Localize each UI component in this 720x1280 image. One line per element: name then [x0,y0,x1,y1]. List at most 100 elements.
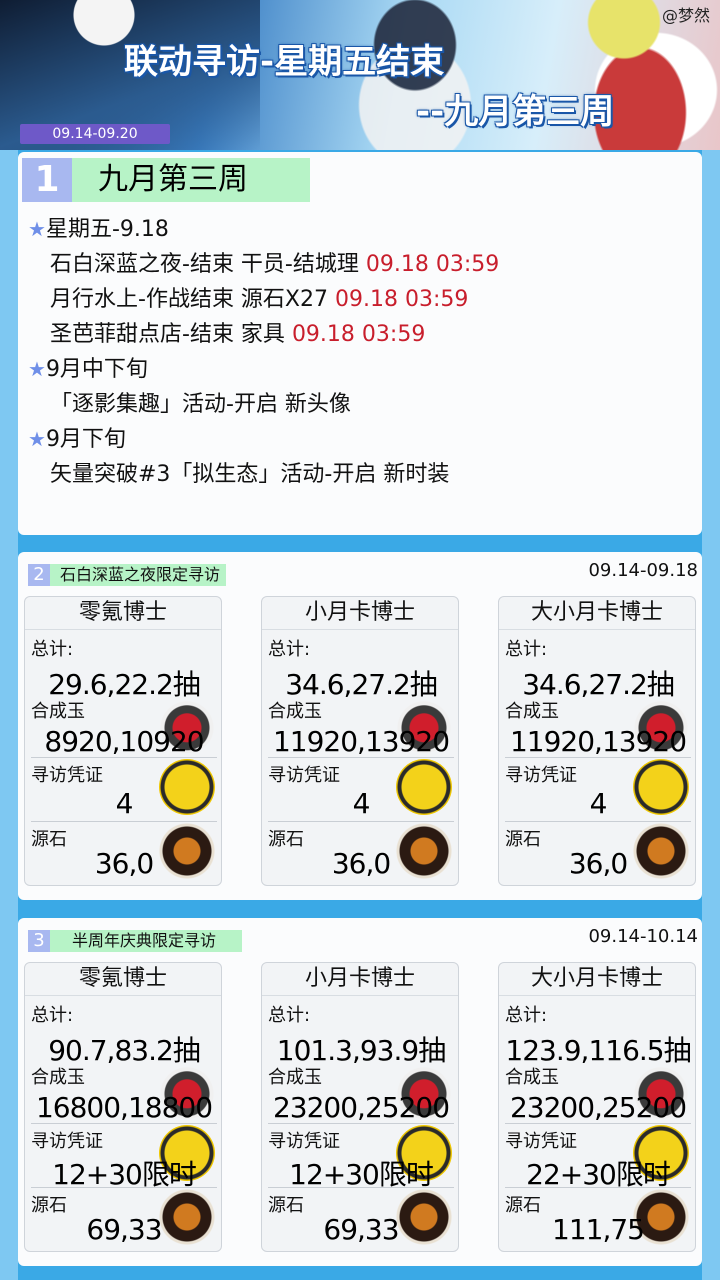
prime-value: 36,0 [331,847,391,880]
banner-title-line2: --九月第三周 [416,92,615,132]
orundum-label: 合成玉 [31,1067,85,1088]
left-border [0,0,18,1280]
schedule-list: ★星期五-9.18 石白深蓝之夜-结束 干员-结城理 09.18 03:59 月行水… [28,212,499,492]
schedule-item: 矢量突破#3「拟生态」活动-开启 新时装 [28,457,499,492]
total-label: 总计: [268,639,311,660]
section-title: 半周年庆典限定寻访 [50,930,243,952]
total-label: 总计: [31,639,74,660]
card-title: 小月卡博士 [262,597,458,630]
card-title: 大小月卡博士 [499,963,695,996]
prime-value: 69,33 [323,1213,399,1246]
star-icon: ★ [28,357,46,381]
budget-card: 零氪博士 总计: 29.6,22.2抽 合成玉 8920,10920 寻访凭证 4 源石 36,… [24,596,222,886]
schedule-panel: 1 九月第三周 ★星期五-9.18 石白深蓝之夜-结束 干员-结城理 09.18 … [18,152,702,535]
budget-card: 小月卡博士 总计: 34.6,27.2抽 合成玉 11920,13920 寻访凭证 4 源石 3… [261,596,459,886]
divider [268,1187,454,1188]
card-title: 小月卡博士 [262,963,458,996]
schedule-item: 「逐影集趣」活动-开启 新头像 [28,387,499,422]
orundum-label: 合成玉 [268,1067,322,1088]
orundum-label: 合成玉 [268,701,322,722]
divider [505,1123,691,1124]
orundum-value: 8920,10920 [44,725,204,758]
item-text: 矢量突破#3「拟生态」活动-开启 新时装 [50,462,450,487]
end-time: 09.18 03:59 [365,252,500,277]
section-number: 2 [28,564,50,586]
divider [505,757,691,758]
schedule-group: ★9月中下旬 [28,352,499,387]
divider [505,1187,691,1188]
week-date-tab: 09.14-09.20 [20,124,170,144]
schedule-item: 月行水上-作战结束 源石X27 09.18 03:59 [28,282,499,317]
section-date: 09.14-09.18 [588,560,698,581]
group-label: 星期五-9.18 [45,217,169,242]
permit-value: 4 [352,787,371,820]
permit-label: 寻访凭证 [505,1131,577,1152]
budget-card: 小月卡博士 总计: 101.3,93.9抽 合成玉 23200,25200 寻访凭证 12+… [261,962,459,1252]
divider [31,1187,217,1188]
group-label: 9月下旬 [45,427,126,452]
item-text: 月行水上-作战结束 源石X27 [50,287,335,312]
total-label: 总计: [268,1005,311,1026]
section-header: 3 半周年庆典限定寻访 [28,930,243,952]
schedule-item: 石白深蓝之夜-结束 干员-结城理 09.18 03:59 [28,247,499,282]
orundum-value: 11920,13920 [272,725,450,758]
permit-label: 寻访凭证 [268,1131,340,1152]
permit-label: 寻访凭证 [268,765,340,786]
prime-value: 36,0 [94,847,154,880]
orundum-value: 16800,18800 [35,1091,213,1124]
budget-card: 大小月卡博士 总计: 34.6,27.2抽 合成玉 11920,13920 寻访凭证 4 源石… [498,596,696,886]
permit-label: 寻访凭证 [505,765,577,786]
divider [31,1123,217,1124]
schedule-item: 圣芭菲甜点店-结束 家具 09.18 03:59 [28,317,499,352]
end-time: 09.18 03:59 [335,287,469,312]
item-text: 「逐影集趣」活动-开启 新头像 [50,392,351,417]
divider [31,757,217,758]
divider [268,821,454,822]
item-text: 石白深蓝之夜-结束 干员-结城理 [50,252,366,277]
right-border [702,0,720,1280]
total-label: 总计: [31,1005,74,1026]
prime-value: 36,0 [568,847,628,880]
section-number: 3 [28,930,50,952]
permit-value: 4 [589,787,608,820]
item-text: 圣芭菲甜点店-结束 家具 [50,322,292,347]
divider [31,821,217,822]
budget-card: 大小月卡博士 总计: 123.9,116.5抽 合成玉 23200,25200 寻访凭证 2… [498,962,696,1252]
orundum-label: 合成玉 [505,701,559,722]
section-number: 1 [22,158,72,202]
end-time: 09.18 03:59 [291,322,426,347]
star-icon: ★ [28,217,46,241]
permit-label: 寻访凭证 [31,765,103,786]
schedule-group: ★9月下旬 [28,422,499,457]
orundum-value: 23200,25200 [509,1091,687,1124]
orundum-value: 11920,13920 [509,725,687,758]
card-title: 零氪博士 [25,597,221,630]
divider [268,757,454,758]
section-header: 2 石白深蓝之夜限定寻访 [28,564,227,586]
author-handle: @梦然 [661,6,710,25]
divider [268,1123,454,1124]
banner-panel-2: 2 石白深蓝之夜限定寻访 09.14-09.18 零氪博士 总计: 29.6,22.… [18,552,702,900]
star-icon: ★ [28,427,46,451]
banner-title-line1: 联动寻访-星期五结束 [124,42,445,82]
banner-panel-3: 3 半周年庆典限定寻访 09.14-10.14 零氪博士 总计: 90.7,83.2… [18,918,702,1266]
total-label: 总计: [505,639,548,660]
header-banner: @梦然 联动寻访-星期五结束 --九月第三周 09.14-09.20 [0,0,720,150]
orundum-value: 23200,25200 [272,1091,450,1124]
schedule-group: ★星期五-9.18 [28,212,499,247]
permit-label: 寻访凭证 [31,1131,103,1152]
permit-value: 4 [115,787,134,820]
section-date: 09.14-10.14 [588,926,698,947]
section-title: 石白深蓝之夜限定寻访 [50,564,227,586]
divider [505,821,691,822]
card-title: 零氪博士 [25,963,221,996]
group-label: 9月中下旬 [45,357,148,382]
orundum-label: 合成玉 [31,701,85,722]
prime-value: 69,33 [86,1213,162,1246]
card-title: 大小月卡博士 [499,597,695,630]
total-label: 总计: [505,1005,548,1026]
section-heading: 九月第三周 [72,158,310,202]
prime-value: 111,75 [552,1213,645,1246]
budget-card: 零氪博士 总计: 90.7,83.2抽 合成玉 16800,18800 寻访凭证 12+30… [24,962,222,1252]
orundum-label: 合成玉 [505,1067,559,1088]
